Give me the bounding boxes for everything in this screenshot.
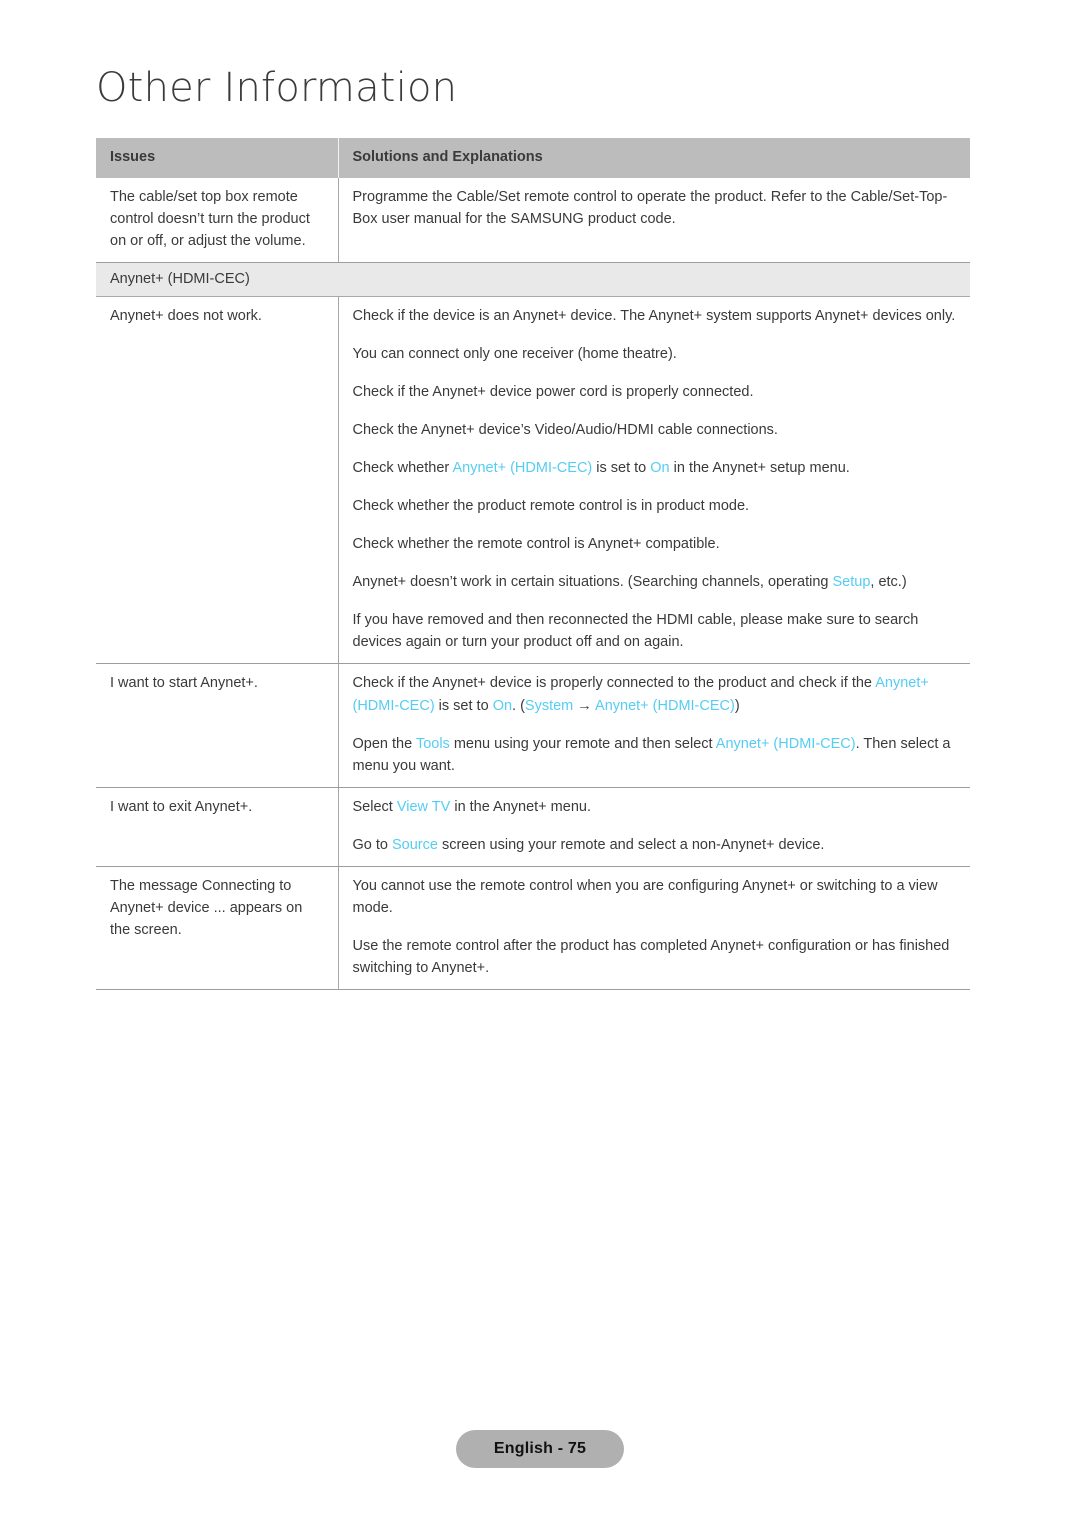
solution-text: Go to — [352, 836, 392, 853]
solution-text: . ( — [512, 697, 525, 714]
solution-text: , etc.) — [870, 574, 907, 591]
table-row: Anynet+ does not work. Check if the devic… — [96, 296, 970, 665]
table-row: I want to start Anynet+. Check if the Any… — [96, 663, 970, 788]
solution-paragraph: Select View TV in the Anynet+ menu. — [353, 796, 959, 818]
solution-paragraph: Check whether the remote control is Anyn… — [353, 533, 959, 555]
solution-text: Select — [352, 798, 397, 815]
menu-reference-link: Anynet+ (HDMI-CEC) — [452, 460, 593, 477]
table-head: Issues Solutions and Explanations — [96, 138, 970, 179]
solution-cell: Programme the Cable/Set remote control t… — [338, 178, 970, 264]
solution-paragraph: Check the Anynet+ device’s Video/Audio/H… — [353, 419, 959, 441]
solution-paragraph: Check if the Anynet+ device power cord i… — [353, 381, 959, 403]
solution-text: menu using your remote and then select — [449, 735, 716, 752]
solution-paragraph: Programme the Cable/Set remote control t… — [353, 186, 959, 230]
table-row: The cable/set top box remote control doe… — [96, 178, 970, 264]
solution-text: is set to — [592, 460, 651, 477]
column-header-solutions: Solutions and Explanations — [338, 138, 970, 179]
solution-cell: Select View TV in the Anynet+ menu. Go to… — [338, 787, 970, 867]
solution-text: Check if the device is an Anynet+ device… — [352, 308, 956, 325]
solution-text: Check the Anynet+ device’s Video/Audio/H… — [352, 422, 778, 439]
arrow-icon: → — [573, 697, 596, 714]
solution-text: Open the — [352, 735, 416, 752]
solution-paragraph: Go to Source screen using your remote an… — [353, 834, 959, 856]
troubleshooting-table-wrapper: Issues Solutions and Explanations The ca… — [96, 138, 970, 990]
solution-cell: You cannot use the remote control when y… — [338, 866, 970, 990]
solution-cell: Check if the Anynet+ device is properly … — [338, 663, 970, 788]
issue-cell: Anynet+ does not work. — [96, 296, 339, 665]
table-row: The message Connecting to Anynet+ device… — [96, 866, 970, 990]
solution-text: Use the remote control after the product… — [352, 937, 950, 976]
menu-reference-link: Source — [392, 836, 438, 853]
menu-reference-link: Tools — [415, 735, 450, 752]
issue-cell: The message Connecting to Anynet+ device… — [96, 866, 339, 990]
solution-text: is set to — [434, 697, 493, 714]
solution-paragraph: If you have removed and then reconnected… — [353, 609, 959, 653]
page-footer-label: English - 75 — [493, 1440, 587, 1457]
solution-text: Check whether the product remote control… — [352, 498, 750, 515]
solution-paragraph: Anynet+ doesn’t work in certain situatio… — [353, 571, 959, 593]
solution-text: Programme the Cable/Set remote control t… — [352, 189, 948, 228]
solution-paragraph: You cannot use the remote control when y… — [353, 875, 959, 919]
solution-text: You can connect only one receiver (home … — [352, 346, 677, 363]
table-row: I want to exit Anynet+. Select View TV in… — [96, 787, 970, 867]
issue-cell: The cable/set top box remote control doe… — [96, 178, 339, 264]
solution-text: You cannot use the remote control when y… — [352, 877, 938, 916]
solution-text: screen using your remote and select a no… — [437, 836, 825, 853]
menu-reference-link: Anynet+ (HDMI-CEC) — [715, 735, 856, 752]
table-section-row: Anynet+ (HDMI-CEC) — [96, 262, 970, 298]
solution-text: If you have removed and then reconnected… — [352, 612, 919, 651]
solution-cell: Check if the device is an Anynet+ device… — [338, 296, 970, 665]
table-body: The cable/set top box remote control doe… — [96, 178, 970, 990]
solution-text: Check if the Anynet+ device power cord i… — [352, 384, 754, 401]
solution-text: Check if the Anynet+ device is properly … — [352, 675, 876, 692]
solution-text: in the Anynet+ setup menu. — [669, 460, 850, 477]
solution-text: Check whether the remote control is Anyn… — [352, 536, 720, 553]
section-label: Anynet+ (HDMI-CEC) — [96, 262, 970, 298]
menu-reference-link: On — [650, 460, 670, 477]
table-header-row: Issues Solutions and Explanations — [96, 138, 970, 179]
page-footer-badge: English - 75 — [456, 1430, 624, 1468]
column-header-issues: Issues — [96, 138, 339, 179]
menu-reference-link: On — [492, 697, 513, 714]
solution-paragraph: Check if the device is an Anynet+ device… — [353, 305, 959, 327]
menu-reference-link: View TV — [396, 798, 451, 815]
solution-text: ) — [734, 697, 740, 714]
solution-paragraph: Check whether Anynet+ (HDMI-CEC) is set … — [353, 457, 959, 479]
issue-cell: I want to start Anynet+. — [96, 663, 339, 788]
issue-cell: I want to exit Anynet+. — [96, 787, 339, 867]
solution-paragraph: Use the remote control after the product… — [353, 935, 959, 979]
solution-paragraph: Open the Tools menu using your remote an… — [353, 733, 959, 777]
menu-reference-link: System — [524, 697, 574, 714]
solution-paragraph: You can connect only one receiver (home … — [353, 343, 959, 365]
solution-paragraph: Check if the Anynet+ device is properly … — [353, 672, 959, 716]
solution-text: Check whether — [352, 460, 453, 477]
menu-reference-link: Setup — [832, 574, 871, 591]
solution-text: in the Anynet+ menu. — [450, 798, 591, 815]
page-title: Other Information — [96, 65, 458, 111]
solution-paragraph: Check whether the product remote control… — [353, 495, 959, 517]
solution-text: Anynet+ doesn’t work in certain situatio… — [352, 574, 833, 591]
menu-reference-link: Anynet+ (HDMI-CEC) — [595, 697, 735, 714]
troubleshooting-table: Issues Solutions and Explanations The ca… — [96, 138, 970, 990]
manual-page: Other Information Issues Solutions and E… — [0, 0, 1080, 1519]
